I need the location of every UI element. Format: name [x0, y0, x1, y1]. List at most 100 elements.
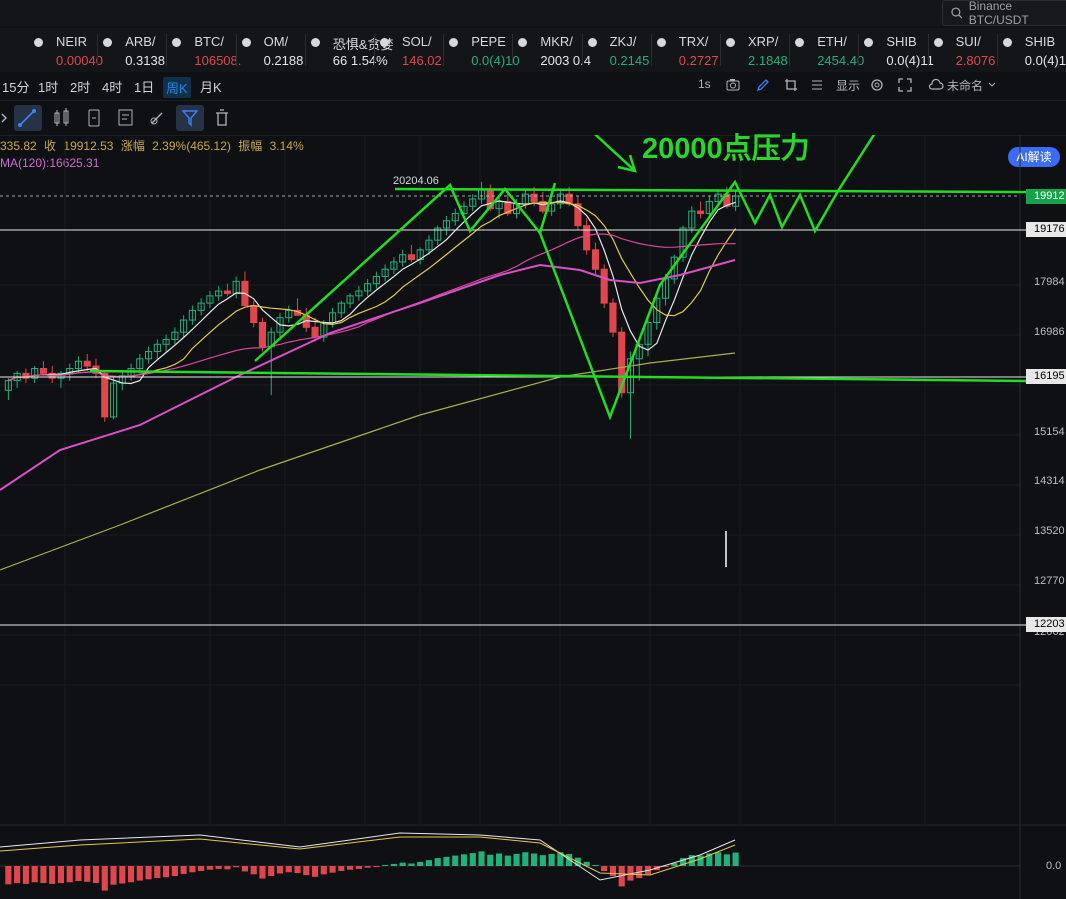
macd-histogram-bar: [504, 855, 511, 866]
ticker-item[interactable]: MKR/2003 0.4: [518, 31, 591, 71]
price-axis-label: 16986: [1034, 326, 1065, 338]
macd-histogram-bar: [548, 853, 555, 866]
ticker-divider: [97, 34, 99, 66]
tf-2h[interactable]: 2时: [70, 77, 90, 96]
macd-histogram-bar: [84, 866, 91, 882]
price-axis-label: 13520: [1034, 525, 1065, 537]
candle-body: [101, 372, 109, 418]
macd-histogram-bar: [145, 866, 152, 880]
macd-histogram-bar: [154, 866, 161, 879]
tf-15m[interactable]: 15分: [2, 77, 29, 96]
macd-histogram-bar: [715, 852, 722, 866]
tf-weekly[interactable]: 周K: [163, 77, 191, 98]
camera-icon[interactable]: [726, 78, 740, 91]
ticker-price: 0.2727: [678, 53, 719, 68]
candle-body: [591, 249, 599, 270]
macd-histogram-bar: [75, 866, 82, 881]
layout-name-dropdown[interactable]: 未命名: [947, 77, 983, 94]
chevron-down-icon[interactable]: [988, 82, 996, 88]
macd-histogram-bar: [31, 866, 38, 883]
ticker-symbol: MKR/: [540, 34, 573, 49]
ticker-item[interactable]: PEPE 0.0(4)10: [449, 31, 520, 71]
ticker-price: 106508.: [194, 53, 242, 68]
fullscreen-icon[interactable]: [898, 78, 912, 92]
pen-edit-icon[interactable]: [756, 78, 770, 92]
macd-histogram-bar: [469, 853, 476, 866]
price-axis-label: 15154: [1034, 426, 1065, 438]
note-tool-icon[interactable]: [112, 105, 140, 131]
macd-histogram-bar: [732, 852, 739, 866]
crop-icon[interactable]: [784, 78, 798, 92]
coin-icon: [380, 38, 389, 47]
macd-zero-label: 0.0: [1046, 860, 1062, 872]
candle-body: [600, 268, 608, 304]
macd-histogram-bar: [539, 855, 546, 866]
coin-icon: [656, 38, 666, 47]
price-chart[interactable]: [0, 135, 1066, 899]
macd-histogram-bar: [163, 866, 170, 878]
ticker-price: 0.0(4)11: [1024, 53, 1066, 68]
coin-icon: [172, 38, 182, 47]
v-recovery-path: [538, 135, 876, 421]
tf-1d[interactable]: 1日: [134, 77, 154, 96]
macd-histogram-bar: [399, 862, 406, 866]
filter-tool-icon[interactable]: [176, 105, 204, 131]
ticker-item[interactable]: SHIB0.0(4)11: [864, 31, 934, 71]
tf-1h[interactable]: 1时: [38, 77, 58, 96]
settings-icon[interactable]: [870, 78, 884, 92]
candle-tool-icon[interactable]: [48, 105, 76, 131]
macd-histogram-bar: [22, 866, 29, 884]
ticker-price: 2454.40: [817, 53, 865, 68]
ticker-item[interactable]: ETH/2454.40: [795, 31, 865, 71]
interval-1s[interactable]: 1s: [698, 77, 711, 91]
trash-icon[interactable]: [208, 105, 236, 131]
ticker-item[interactable]: BTC/106508.: [172, 31, 242, 71]
ticker-strip[interactable]: NEIR 0.00040 ARB/0.3138 BTC/106508. OM/0.218…: [0, 28, 1066, 72]
ticker-item[interactable]: 恐惧&贪婪 66 1.54%: [310, 31, 393, 71]
ticker-item[interactable]: SUI/2.8076: [933, 31, 1002, 71]
ticker-item[interactable]: OM/0.2188: [241, 31, 310, 71]
cloud-icon: [928, 78, 944, 90]
ticker-item[interactable]: TRX/0.2727: [656, 31, 725, 71]
trendline-tool-icon[interactable]: [14, 105, 42, 131]
price-level-tag: 16195: [1026, 369, 1066, 384]
macd-histogram-bar: [119, 866, 126, 884]
ticker-symbol: OM/: [263, 34, 289, 49]
macd-histogram-bar: [723, 854, 730, 866]
macd-histogram-bar: [268, 866, 275, 876]
macd-histogram-bar: [57, 866, 65, 884]
search-icon: [951, 7, 963, 19]
macd-histogram-bar: [294, 866, 301, 874]
macd-histogram-bar: [355, 866, 362, 869]
ticker-divider: [166, 34, 168, 66]
search-input[interactable]: Binance BTC/USDT: [942, 0, 1066, 27]
macd-histogram-bar: [460, 854, 468, 866]
candle-body: [39, 367, 47, 374]
candle-body: [583, 225, 591, 251]
ticker-item[interactable]: ZKJ/0.2145: [587, 31, 656, 71]
ticker-item[interactable]: ARB/0.3138: [103, 31, 171, 71]
macd-histogram-bar: [198, 866, 205, 871]
macd-histogram-bar: [136, 866, 143, 881]
ticker-symbol: ETH/: [817, 34, 847, 49]
ticker-item[interactable]: NEIR 0.00040: [34, 31, 103, 71]
ticker-item[interactable]: SOL/146.02: [380, 31, 448, 71]
list-icon[interactable]: [810, 78, 824, 92]
coin-icon: [587, 38, 597, 47]
macd-histogram-bar: [49, 866, 56, 884]
candle-body: [697, 210, 705, 215]
candle-body: [407, 254, 415, 261]
candle-body: [609, 302, 617, 333]
ticker-price: 2.1848: [748, 53, 788, 68]
ticker-item[interactable]: SHIB0.0(4)11: [1002, 31, 1066, 71]
ticker-symbol: ARB/: [125, 34, 156, 49]
tf-4h[interactable]: 4时: [102, 77, 122, 96]
measure-tool-icon[interactable]: [80, 105, 108, 131]
display-button[interactable]: 显示: [836, 77, 860, 94]
magnet-tool-icon[interactable]: [144, 105, 172, 131]
tf-monthly[interactable]: 月K: [200, 77, 222, 96]
ticker-divider: [996, 34, 998, 66]
macd-histogram-bar: [101, 866, 108, 891]
macd-histogram-bar: [233, 866, 240, 868]
ticker-item[interactable]: XRP/2.1848: [726, 31, 794, 71]
